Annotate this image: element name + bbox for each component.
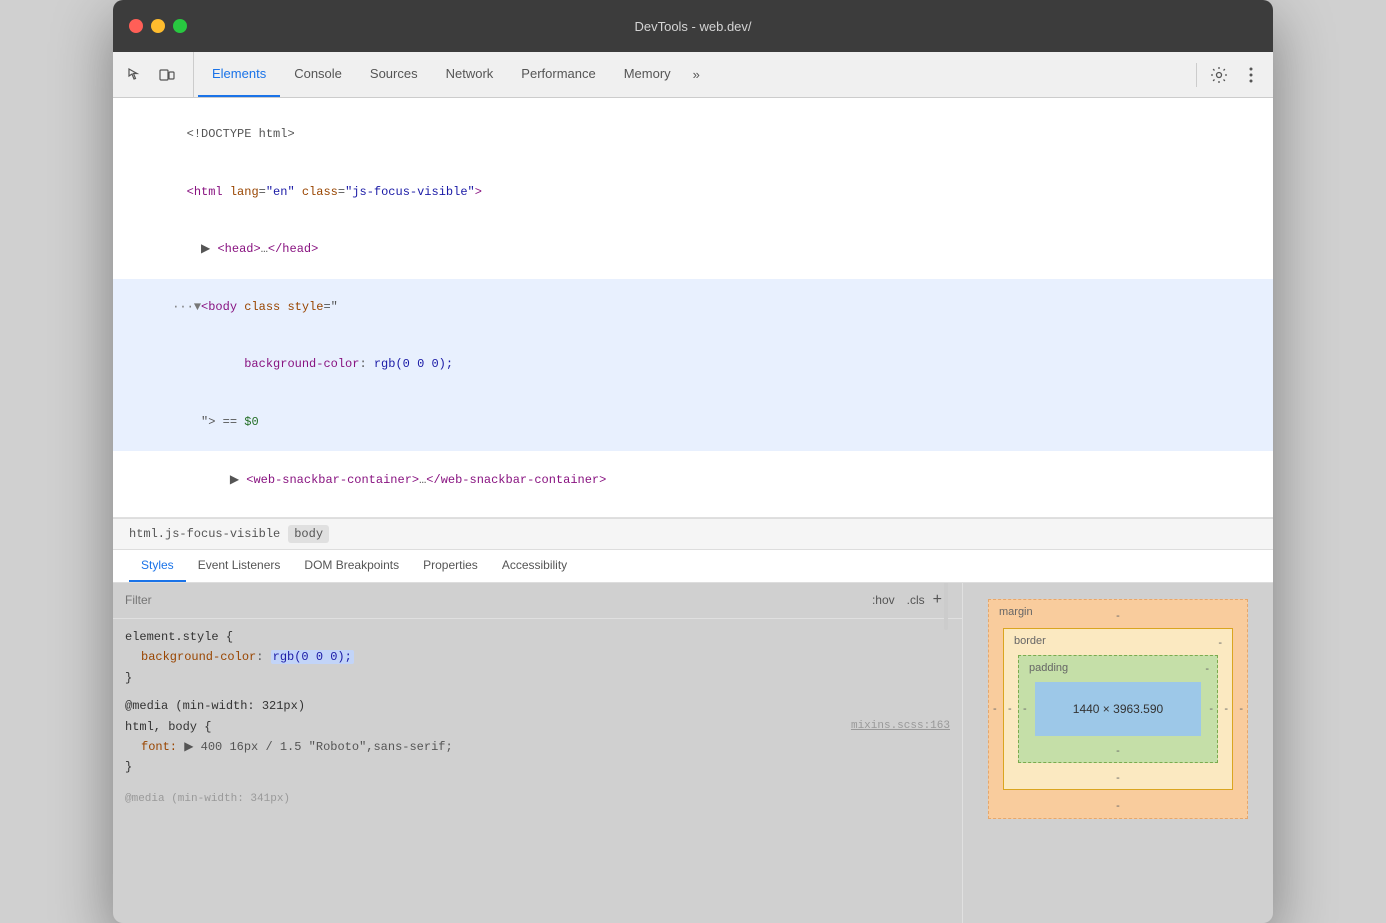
hov-button[interactable]: :hov (868, 591, 899, 609)
padding-bottom-value: - (1116, 745, 1120, 757)
minimize-button[interactable] (151, 19, 165, 33)
box-model: margin - - - - border - paddi (988, 599, 1248, 819)
filter-buttons: :hov .cls + (868, 591, 942, 609)
padding-right-value: - (1209, 703, 1213, 715)
html-body-close: "> == $0 (113, 394, 1273, 452)
html-body-open[interactable]: ···▼<body class style=" (113, 279, 1273, 337)
tab-network[interactable]: Network (432, 52, 508, 97)
styles-tab-bar: Styles Event Listeners DOM Breakpoints P… (113, 550, 1273, 583)
style-selector-element: element.style { (125, 627, 950, 647)
traffic-lights (129, 19, 187, 33)
devtools-tab-bar: Elements Console Sources Network Perform… (113, 52, 1273, 98)
padding-left-value: - (1023, 703, 1027, 715)
breadcrumb-body[interactable]: body (288, 525, 329, 543)
margin-bottom-value: - (1116, 800, 1120, 812)
scrollbar-indicator (944, 583, 948, 631)
margin-left-value: - (993, 703, 997, 715)
tab-accessibility[interactable]: Accessibility (490, 550, 579, 582)
device-toolbar-button[interactable] (153, 61, 181, 89)
close-button[interactable] (129, 19, 143, 33)
tab-console[interactable]: Console (280, 52, 356, 97)
style-property-font[interactable]: font: ▶ 400 16px / 1.5 "Roboto",sans-ser… (125, 737, 950, 757)
margin-label: margin (999, 606, 1033, 618)
border-label: border (1014, 635, 1046, 647)
content-box: 1440 × 3963.590 (1035, 682, 1201, 736)
cls-button[interactable]: .cls (903, 591, 929, 609)
inspect-element-button[interactable] (121, 61, 149, 89)
html-doctype: <!DOCTYPE html> (113, 106, 1273, 164)
media-query: @media (min-width: 321px) (125, 696, 950, 716)
html-html-tag[interactable]: <html lang="en" class="js-focus-visible"… (113, 164, 1273, 222)
style-close-media: } (125, 757, 950, 777)
border-right-value: - (1224, 703, 1228, 715)
breadcrumb-bar: html.js-focus-visible body (113, 518, 1273, 550)
style-close-element: } (125, 668, 950, 688)
tab-bar-divider (1196, 63, 1197, 87)
html-body-style: background-color: rgb(0 0 0); (113, 336, 1273, 394)
style-value-bg[interactable]: rgb(0 0 0); (271, 650, 354, 664)
box-model-panel: margin - - - - border - paddi (963, 583, 1273, 923)
styles-content: element.style { background-color: rgb(0 … (113, 619, 962, 923)
filter-input[interactable] (125, 593, 868, 607)
content-area: :hov .cls + element.style { background-c… (113, 583, 1273, 923)
tab-properties[interactable]: Properties (411, 550, 490, 582)
style-rule-media: @media (min-width: 321px) html, body { m… (125, 696, 950, 778)
margin-top-value: - (1116, 610, 1120, 622)
styles-panel: :hov .cls + element.style { background-c… (113, 583, 963, 923)
add-style-button[interactable]: + (933, 591, 942, 609)
padding-dash: - (1205, 663, 1209, 675)
padding-box: padding - 1440 × 3963.590 - - - (1018, 655, 1218, 763)
html-head-collapsed[interactable]: ▶ <head>…</head> (113, 221, 1273, 279)
margin-right-value: - (1239, 703, 1243, 715)
border-left-value: - (1008, 703, 1012, 715)
tab-bar-end (1192, 52, 1265, 97)
content-size: 1440 × 3963.590 (1073, 702, 1163, 716)
padding-label: padding (1029, 662, 1068, 674)
devtools-window: DevTools - web.dev/ Elements Console So (113, 0, 1273, 923)
breadcrumb-html[interactable]: html.js-focus-visible (129, 527, 280, 541)
more-rules-hint: @media (min-width: 341px) (125, 786, 950, 809)
html-snackbar[interactable]: ▶ <web-snackbar-container>…</web-snackba… (113, 451, 1273, 509)
border-dash: - (1218, 637, 1222, 649)
tab-elements[interactable]: Elements (198, 52, 280, 97)
style-source-link[interactable]: mixins.scss:163 (851, 717, 950, 736)
tab-memory[interactable]: Memory (610, 52, 685, 97)
tab-performance[interactable]: Performance (507, 52, 609, 97)
window-title: DevTools - web.dev/ (634, 19, 751, 34)
html-panel: <!DOCTYPE html> <html lang="en" class="j… (113, 98, 1273, 518)
more-options-button[interactable] (1237, 61, 1265, 89)
border-box: border - padding - 1440 × 3963.590 - - (1003, 628, 1233, 790)
filter-bar: :hov .cls + (113, 583, 962, 619)
style-selector-html-body: html, body { mixins.scss:163 (125, 717, 950, 737)
settings-button[interactable] (1205, 61, 1233, 89)
tab-event-listeners[interactable]: Event Listeners (186, 550, 293, 582)
maximize-button[interactable] (173, 19, 187, 33)
style-property-bg[interactable]: background-color: rgb(0 0 0); (125, 647, 950, 667)
tab-sources[interactable]: Sources (356, 52, 432, 97)
title-bar: DevTools - web.dev/ (113, 0, 1273, 52)
margin-box: margin - - - - border - paddi (988, 599, 1248, 819)
border-bottom-value: - (1116, 772, 1120, 784)
tab-styles[interactable]: Styles (129, 550, 186, 582)
style-rule-element: element.style { background-color: rgb(0 … (125, 627, 950, 688)
tab-dom-breakpoints[interactable]: DOM Breakpoints (292, 550, 411, 582)
tab-more-button[interactable]: » (685, 52, 708, 97)
tab-icons (121, 52, 194, 97)
